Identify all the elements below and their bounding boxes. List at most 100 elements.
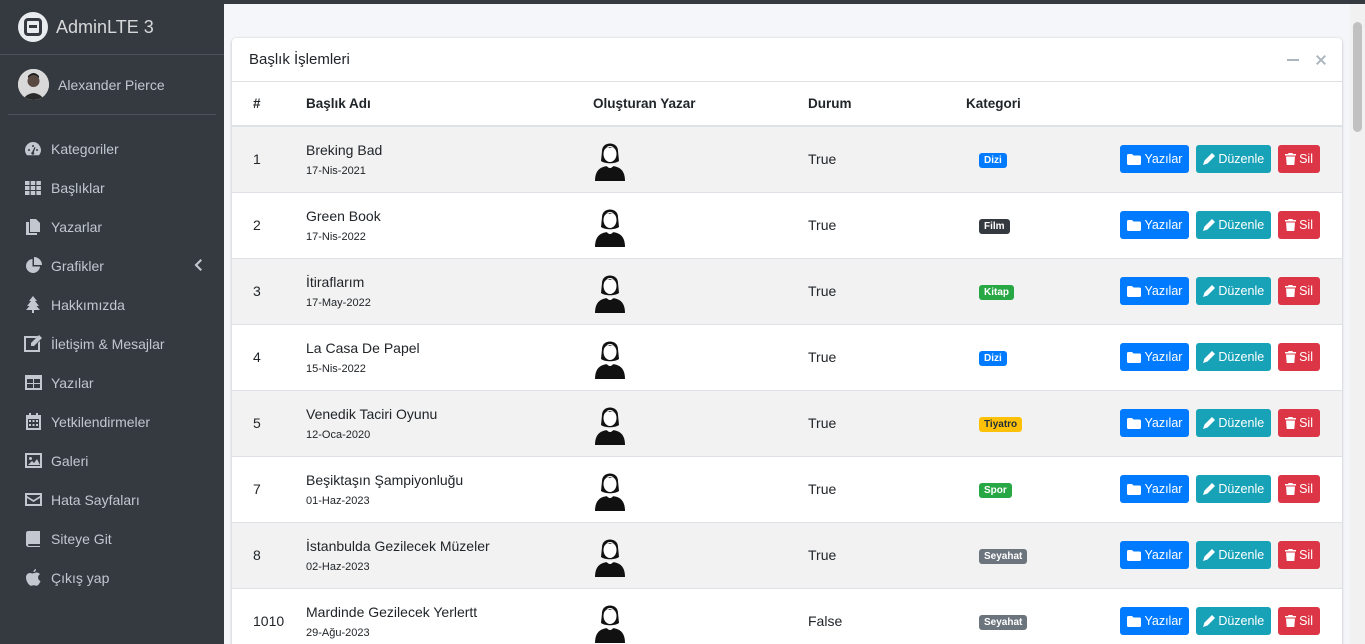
brand-link[interactable]: AdminLTE 3 [0, 0, 224, 55]
row-status: True [808, 125, 966, 192]
book-icon [24, 530, 42, 548]
posts-button[interactable]: Yazılar [1120, 277, 1190, 305]
delete-button[interactable]: Sil [1278, 277, 1320, 305]
apple-icon [24, 569, 42, 587]
sidebar-item-yetkilendirmeler[interactable]: Yetkilendirmeler [0, 402, 224, 441]
posts-button[interactable]: Yazılar [1120, 475, 1190, 503]
sidebar-item-yazilar[interactable]: Yazılar [0, 363, 224, 402]
author-avatar-icon [595, 605, 625, 644]
user-avatar [18, 69, 49, 100]
row-id: 7 [232, 455, 306, 522]
edit-button[interactable]: Düzenle [1196, 343, 1272, 371]
row-actions: Yazılar Düzenle Sil [1106, 125, 1342, 192]
author-avatar-icon [595, 143, 625, 182]
edit-button[interactable]: Düzenle [1196, 607, 1272, 636]
titles-card: Başlık İşlemleri # Başlık Adı Oluşturan … [232, 38, 1342, 644]
sidebar-item-cikis-yap[interactable]: Çıkış yap [0, 558, 224, 597]
row-title: İstanbulda Gezilecek Müzeler [306, 537, 490, 554]
delete-button[interactable]: Sil [1278, 409, 1320, 437]
edit-button[interactable]: Düzenle [1196, 277, 1272, 305]
edit-button-label: Düzenle [1218, 284, 1265, 298]
category-badge: Kitap [979, 285, 1014, 300]
row-title-cell: La Casa De Papel 15-Nis-2022 [306, 323, 593, 390]
delete-button[interactable]: Sil [1278, 211, 1320, 239]
chevron-left-icon[interactable] [194, 258, 204, 272]
row-title: La Casa De Papel [306, 339, 420, 356]
author-avatar-icon [595, 341, 625, 379]
sidebar-item-hakkimizda[interactable]: Hakkımızda [0, 285, 224, 324]
edit-button[interactable]: Düzenle [1196, 145, 1272, 174]
posts-button-label: Yazılar [1144, 416, 1183, 430]
page-scrollbar[interactable] [1350, 4, 1365, 644]
row-title-cell: Green Book 17-Nis-2022 [306, 191, 593, 258]
posts-button[interactable]: Yazılar [1120, 211, 1190, 239]
category-badge: Dizi [979, 351, 1007, 366]
row-title: Green Book [306, 207, 381, 224]
sidebar-item-hata-sayfalari[interactable]: Hata Sayfaları [0, 480, 224, 519]
trash-icon [1285, 549, 1297, 561]
user-name: Alexander Pierce [58, 76, 165, 93]
sidebar-item-kategoriler[interactable]: Kategoriler [0, 129, 224, 168]
delete-button[interactable]: Sil [1278, 343, 1320, 371]
sidebar-item-yazarlar[interactable]: Yazarlar [0, 207, 224, 246]
delete-button[interactable]: Sil [1278, 475, 1320, 503]
row-id: 1 [232, 125, 306, 192]
sidebar-item-iletisim[interactable]: İletişim & Mesajlar [0, 324, 224, 363]
row-status: True [808, 257, 966, 324]
posts-button[interactable]: Yazılar [1120, 541, 1190, 569]
collapse-minus-icon[interactable] [1286, 53, 1300, 67]
trash-icon [1285, 351, 1297, 363]
delete-button[interactable]: Sil [1278, 145, 1320, 174]
row-category-cell: Kitap [966, 257, 1106, 324]
pencil-icon [1203, 417, 1216, 429]
sidebar-item-label: Yetkilendirmeler [51, 413, 151, 430]
posts-button[interactable]: Yazılar [1120, 607, 1190, 636]
row-id: 4 [232, 323, 306, 390]
pencil-icon [1203, 483, 1216, 495]
row-category-cell: Film [966, 191, 1106, 258]
author-avatar-icon [595, 473, 625, 511]
folder-icon [1127, 615, 1142, 627]
sidebar-item-galeri[interactable]: Galeri [0, 441, 224, 480]
row-id: 8 [232, 521, 306, 588]
sidebar-item-label: Yazılar [51, 374, 94, 391]
table-row: 1010 Mardinde Gezilecek Yerlertt 29-Ağu-… [232, 587, 1342, 644]
folder-icon [1127, 549, 1142, 561]
close-icon[interactable] [1314, 53, 1328, 67]
edit-button[interactable]: Düzenle [1196, 211, 1272, 239]
grid-icon [24, 179, 42, 197]
posts-button[interactable]: Yazılar [1120, 343, 1190, 371]
table-header-row: # Başlık Adı Oluşturan Yazar Durum Kateg… [232, 82, 1342, 127]
row-date: 12-Oca-2020 [306, 428, 371, 441]
sidebar-item-label: İletişim & Mesajlar [51, 335, 165, 352]
row-category-cell: Seyahat [966, 521, 1106, 588]
row-author-cell [593, 323, 808, 390]
edit-button[interactable]: Düzenle [1196, 475, 1272, 503]
edit-button[interactable]: Düzenle [1196, 541, 1272, 569]
sidebar-item-grafikler[interactable]: Grafikler [0, 246, 224, 285]
column-header-title: Başlık Adı [306, 82, 593, 127]
row-title: Breking Bad [306, 141, 383, 158]
author-avatar-icon [595, 539, 625, 577]
row-actions: Yazılar Düzenle Sil [1106, 455, 1342, 522]
sidebar-item-label: Başlıklar [51, 179, 105, 196]
pencil-icon [1203, 153, 1216, 166]
posts-button[interactable]: Yazılar [1120, 145, 1190, 174]
sidebar-item-siteye-git[interactable]: Siteye Git [0, 519, 224, 558]
user-panel[interactable]: Alexander Pierce [8, 55, 216, 115]
delete-button[interactable]: Sil [1278, 607, 1320, 636]
brand-logo-icon [18, 12, 48, 42]
column-header-author: Oluşturan Yazar [593, 82, 808, 127]
table-row: 4 La Casa De Papel 15-Nis-2022 True Dizi… [232, 323, 1342, 390]
edit-button-label: Düzenle [1218, 416, 1265, 430]
edit-button-label: Düzenle [1218, 548, 1265, 562]
row-author-cell [593, 389, 808, 456]
delete-button[interactable]: Sil [1278, 541, 1320, 569]
delete-button-label: Sil [1299, 218, 1313, 232]
author-avatar-icon [595, 275, 625, 313]
posts-button[interactable]: Yazılar [1120, 409, 1190, 437]
sidebar-item-basliklar[interactable]: Başlıklar [0, 168, 224, 207]
edit-button[interactable]: Düzenle [1196, 409, 1272, 437]
scrollbar-thumb[interactable] [1353, 22, 1362, 132]
row-author-cell [593, 521, 808, 588]
